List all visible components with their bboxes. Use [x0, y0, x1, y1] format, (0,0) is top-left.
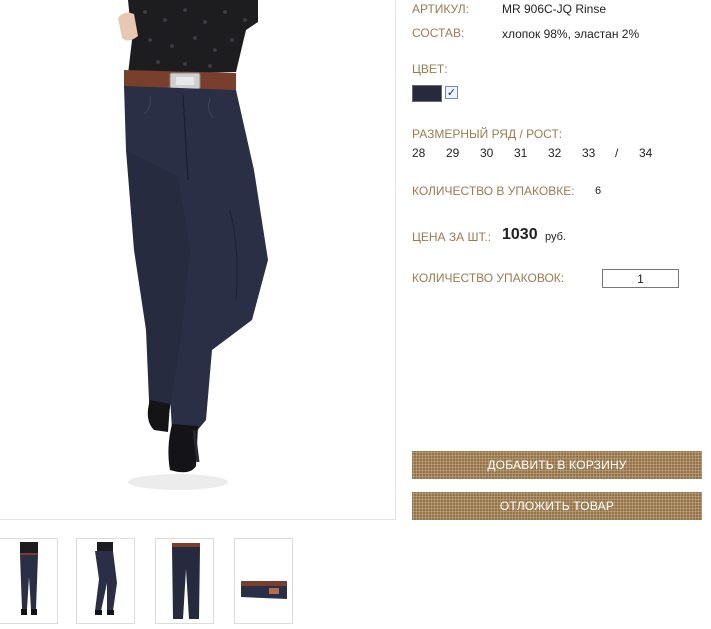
- add-to-cart-button[interactable]: ДОБАВИТЬ В КОРЗИНУ: [412, 451, 702, 479]
- order-quantity-input[interactable]: [602, 269, 679, 288]
- size-item: 33: [582, 146, 596, 160]
- size-range-label: РАЗМЕРНЫЙ РЯД / РОСТ:: [412, 127, 563, 141]
- size-item: 29: [446, 146, 460, 160]
- thumbnail-image: [77, 539, 134, 623]
- thumbnail-front-view[interactable]: [0, 538, 58, 624]
- size-separator: /: [615, 146, 619, 160]
- size-item: 32: [548, 146, 562, 160]
- composition-value: хлопок 98%, эластан 2%: [502, 27, 640, 41]
- thumbnail-waistband-detail[interactable]: [234, 538, 293, 624]
- color-selected-checkbox[interactable]: ✓: [445, 86, 458, 99]
- price-currency: руб.: [545, 231, 566, 243]
- size-item: 28: [412, 146, 426, 160]
- composition-label: СОСТАВ:: [412, 26, 465, 40]
- postpone-item-button[interactable]: ОТЛОЖИТЬ ТОВАР: [412, 492, 702, 520]
- price-value: 1030: [502, 226, 538, 243]
- size-item: 30: [480, 146, 494, 160]
- main-product-image: [0, 0, 396, 520]
- thumbnail-side-view[interactable]: [76, 538, 135, 624]
- thumbnail-flat-view[interactable]: [155, 538, 214, 624]
- size-item: 31: [514, 146, 528, 160]
- order-quantity-label: КОЛИЧЕСТВО УПАКОВОК:: [412, 271, 565, 285]
- article-label: АРТИКУЛ:: [412, 2, 469, 16]
- size-item: 34: [639, 146, 653, 160]
- size-list: 28 29 30 31 32 33 / 34: [412, 146, 672, 160]
- thumbnail-image: [156, 539, 213, 623]
- pack-quantity-value: 6: [595, 185, 602, 197]
- thumbnail-image: [0, 539, 57, 623]
- thumbnail-image: [235, 539, 292, 623]
- product-info-panel: АРТИКУЛ: MR 906C-JQ Rinse СОСТАВ: хлопок…: [412, 0, 711, 629]
- article-value: MR 906C-JQ Rinse: [502, 2, 607, 16]
- color-label: ЦВЕТ:: [412, 62, 448, 76]
- pack-quantity-label: КОЛИЧЕСТВО В УПАКОВКЕ:: [412, 184, 575, 198]
- jeans-photo: [0, 0, 395, 519]
- color-swatch-dark-blue[interactable]: [412, 85, 442, 102]
- price-label: ЦЕНА ЗА ШТ.:: [412, 230, 492, 244]
